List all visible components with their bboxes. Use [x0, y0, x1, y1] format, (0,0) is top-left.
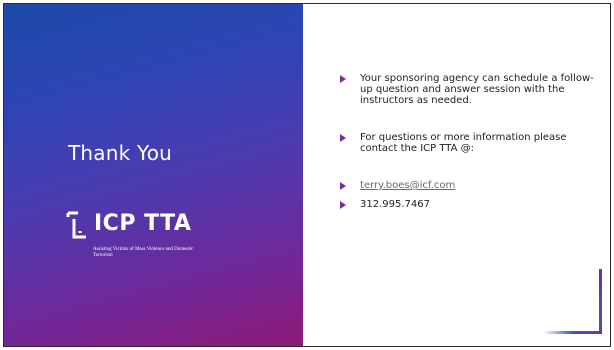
icp-tta-logo: ICP TTA Assisting Victims of Mass Violen…: [66, 211, 246, 271]
bullet-item: Your sponsoring agency can schedule a fo…: [340, 73, 598, 106]
logo-name: ICP TTA: [94, 211, 192, 236]
bullet-item: 312.995.7467: [340, 199, 598, 210]
bullet-text: For questions or more information please…: [360, 132, 567, 154]
bullet-text: Your sponsoring agency can schedule a fo…: [360, 73, 594, 106]
bullet-item: For questions or more information please…: [340, 132, 598, 154]
title-panel: Thank You ICP TTA Assisting Victims of M…: [4, 4, 303, 346]
bullet-arrow-icon: [340, 201, 346, 209]
email-link[interactable]: terry.boes@icf.com: [360, 180, 455, 191]
bullet-list: Your sponsoring agency can schedule a fo…: [340, 73, 598, 210]
phone-number: 312.995.7467: [360, 199, 430, 210]
bullet-arrow-icon: [340, 134, 346, 142]
logo-tagline: Assisting Victims of Mass Violence and D…: [93, 247, 194, 258]
logo-bracket-icon: [66, 211, 86, 239]
slide: Thank You ICP TTA Assisting Victims of M…: [3, 3, 611, 347]
slide-title: Thank You: [68, 141, 173, 165]
bullet-item: terry.boes@icf.com: [340, 180, 598, 191]
bullet-arrow-icon: [340, 75, 346, 83]
corner-accent: [543, 269, 602, 334]
bullet-arrow-icon: [340, 182, 346, 190]
